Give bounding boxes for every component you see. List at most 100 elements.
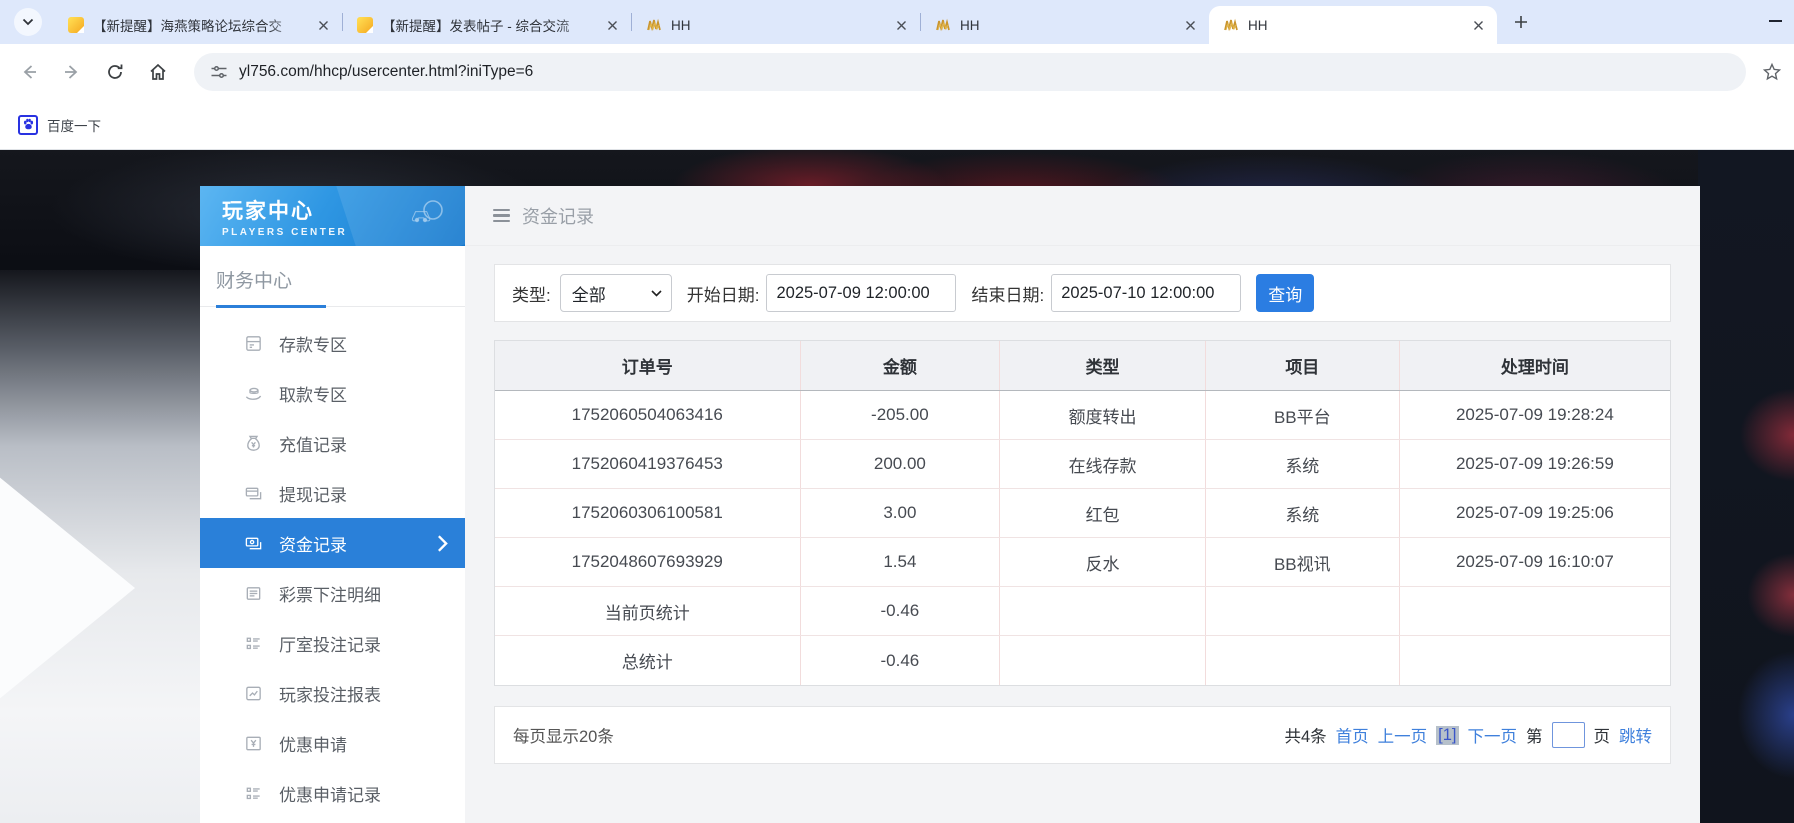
cell-stats-label: 当前页统计	[495, 587, 801, 635]
table-row-total-stats: 总统计 -0.46	[495, 636, 1670, 685]
cell-time: 2025-07-09 19:26:59	[1400, 440, 1670, 488]
menu-hamburger-icon	[493, 209, 510, 223]
chevron-right-icon	[433, 534, 452, 553]
cell-amount: -0.46	[801, 636, 1001, 685]
type-select[interactable]: 全部	[560, 274, 672, 312]
search-button[interactable]: 查询	[1256, 274, 1314, 312]
star-icon	[1762, 62, 1782, 82]
cell-amount: 3.00	[801, 489, 1001, 537]
cell-order-no: 1752060306100581	[495, 489, 801, 537]
cell-order-no: 1752048607693929	[495, 538, 801, 586]
deposit-terminal-icon	[244, 334, 263, 353]
tab-hh-1[interactable]: HH	[632, 6, 920, 44]
tab-close-icon[interactable]	[893, 17, 910, 34]
tab-close-icon[interactable]	[315, 17, 332, 34]
sidebar-item-deposit[interactable]: 存款专区	[200, 318, 465, 368]
sidebar-item-promo-apply[interactable]: 优惠申请	[200, 718, 465, 768]
page-jump-prefix: 第	[1526, 723, 1543, 747]
current-page-indicator[interactable]: [1]	[1436, 726, 1458, 745]
cell-time: 2025-07-09 16:10:07	[1400, 538, 1670, 586]
start-date-label: 开始日期:	[687, 281, 760, 306]
sidebar-item-funds-records[interactable]: 资金记录	[200, 518, 465, 568]
players-center-subtitle: PLAYERS CENTER	[222, 227, 465, 238]
first-page-link[interactable]: 首页	[1336, 723, 1369, 747]
table-row-page-stats: 当前页统计 -0.46	[495, 587, 1670, 636]
cell-project: BB视讯	[1206, 538, 1400, 586]
site-info-icon[interactable]	[210, 63, 228, 81]
table-row: 1752060419376453 200.00 在线存款 系统 2025-07-…	[495, 440, 1670, 489]
sidebar-item-promo-apply-records[interactable]: 优惠申请记录	[200, 768, 465, 818]
bookmark-star-button[interactable]	[1760, 60, 1784, 84]
tab-close-icon[interactable]	[1182, 17, 1199, 34]
sidebar-item-player-bet-report[interactable]: 玩家投注报表	[200, 668, 465, 718]
tab-strip: 【新提醒】海燕策略论坛综合交 【新提醒】发表帖子 - 综合交流 HH HH	[0, 0, 1794, 44]
table-header-row: 订单号 金额 类型 项目 处理时间	[495, 341, 1670, 391]
end-date-input[interactable]	[1051, 274, 1241, 312]
hand-coins-icon	[244, 384, 263, 403]
end-date-label: 结束日期:	[971, 281, 1044, 306]
home-icon	[148, 62, 168, 82]
forward-arrow-icon	[62, 62, 82, 82]
tab-close-icon[interactable]	[604, 17, 621, 34]
page-size-text: 每页显示20条	[513, 723, 614, 747]
page-title: 资金记录	[522, 203, 594, 229]
sidebar-item-hall-bet-records[interactable]: 厅室投注记录	[200, 618, 465, 668]
cell-empty	[1206, 587, 1400, 635]
cell-empty	[1000, 636, 1206, 685]
tab-hh-active[interactable]: HH	[1209, 6, 1497, 44]
baidu-paw-icon	[18, 115, 38, 135]
web-page: 玩家中心 PLAYERS CENTER 财务中心 存款专区 取款专区	[0, 150, 1794, 823]
sidebar-item-lottery-bet-detail[interactable]: 彩票下注明细	[200, 568, 465, 618]
minimize-icon[interactable]	[1769, 20, 1782, 22]
sidebar-item-withdrawal-records[interactable]: 提现记录	[200, 468, 465, 518]
home-button[interactable]	[145, 59, 171, 85]
detailed-list-icon	[244, 784, 263, 803]
back-button[interactable]	[16, 59, 42, 85]
column-header-amount: 金额	[801, 341, 1001, 390]
tab-title: HH	[960, 18, 1173, 33]
page-jump-suffix: 页	[1594, 723, 1611, 747]
tab-forum-thread[interactable]: 【新提醒】海燕策略论坛综合交	[54, 6, 342, 44]
gamepad-icon	[405, 198, 445, 228]
receipt-list-icon	[244, 584, 263, 603]
cell-project: BB平台	[1206, 391, 1400, 439]
tab-forum-post[interactable]: 【新提醒】发表帖子 - 综合交流	[343, 6, 631, 44]
cell-amount: 1.54	[801, 538, 1001, 586]
sidebar-header: 玩家中心 PLAYERS CENTER	[200, 186, 465, 246]
chevron-down-icon	[22, 18, 34, 26]
cell-empty	[1400, 636, 1670, 685]
hh-favicon-icon	[1223, 17, 1239, 33]
cell-empty	[1206, 636, 1400, 685]
sidebar-item-withdraw[interactable]: 取款专区	[200, 368, 465, 418]
prev-page-link[interactable]: 上一页	[1378, 723, 1428, 747]
page-jump-input[interactable]	[1552, 722, 1585, 748]
table-row: 1752060306100581 3.00 红包 系统 2025-07-09 1…	[495, 489, 1670, 538]
tab-title: 【新提醒】海燕策略论坛综合交	[93, 15, 306, 35]
bookmark-baidu[interactable]: 百度一下	[18, 115, 101, 135]
column-header-project: 项目	[1206, 341, 1400, 390]
reload-button[interactable]	[102, 59, 128, 85]
cell-time: 2025-07-09 19:25:06	[1400, 489, 1670, 537]
pagination-controls: 共4条 首页 上一页 [1] 下一页 第 页 跳转	[1284, 722, 1652, 748]
url-text[interactable]: yl756.com/hhcp/usercenter.html?iniType=6	[239, 63, 533, 81]
column-header-type: 类型	[1000, 341, 1206, 390]
forward-button[interactable]	[59, 59, 85, 85]
jump-link[interactable]: 跳转	[1619, 723, 1652, 747]
cell-project: 系统	[1206, 489, 1400, 537]
chart-report-icon	[244, 684, 263, 703]
new-tab-button[interactable]	[1507, 8, 1535, 36]
browser-toolbar: yl756.com/hhcp/usercenter.html?iniType=6	[0, 44, 1794, 100]
main-panel: 资金记录 类型: 全部 开始日期: 结束日期: 查询	[465, 186, 1700, 823]
address-bar[interactable]: yl756.com/hhcp/usercenter.html?iniType=6	[194, 53, 1746, 91]
pagination-bar: 每页显示20条 共4条 首页 上一页 [1] 下一页 第 页 跳转	[494, 706, 1671, 764]
sidebar-item-recharge-records[interactable]: 充值记录	[200, 418, 465, 468]
cell-amount: 200.00	[801, 440, 1001, 488]
next-page-link[interactable]: 下一页	[1468, 723, 1518, 747]
user-center-content: 玩家中心 PLAYERS CENTER 财务中心 存款专区 取款专区	[200, 186, 1700, 823]
start-date-input[interactable]	[766, 274, 956, 312]
cell-time: 2025-07-09 19:28:24	[1400, 391, 1670, 439]
tab-hh-2[interactable]: HH	[921, 6, 1209, 44]
cell-type: 红包	[1000, 489, 1206, 537]
tab-close-icon[interactable]	[1470, 17, 1487, 34]
tab-search-button[interactable]	[14, 8, 42, 36]
